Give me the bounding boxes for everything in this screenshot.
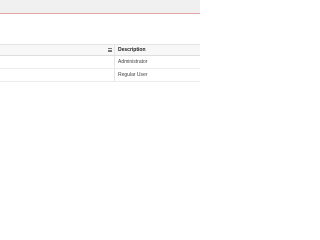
column-menu-icon[interactable] [108,48,112,52]
table-cell-left [0,56,115,68]
column-header-left[interactable] [0,45,115,55]
table-row[interactable]: Administrator [0,56,200,69]
top-toolbar [0,0,200,14]
table-cell-left [0,69,115,81]
table-cell-description: Regular User [118,72,148,78]
table-row[interactable]: Regular User [0,69,200,82]
data-table: Description Administrator Regular User [0,44,200,82]
table-header-row: Description [0,45,200,56]
column-header-description[interactable]: Description [118,45,146,55]
